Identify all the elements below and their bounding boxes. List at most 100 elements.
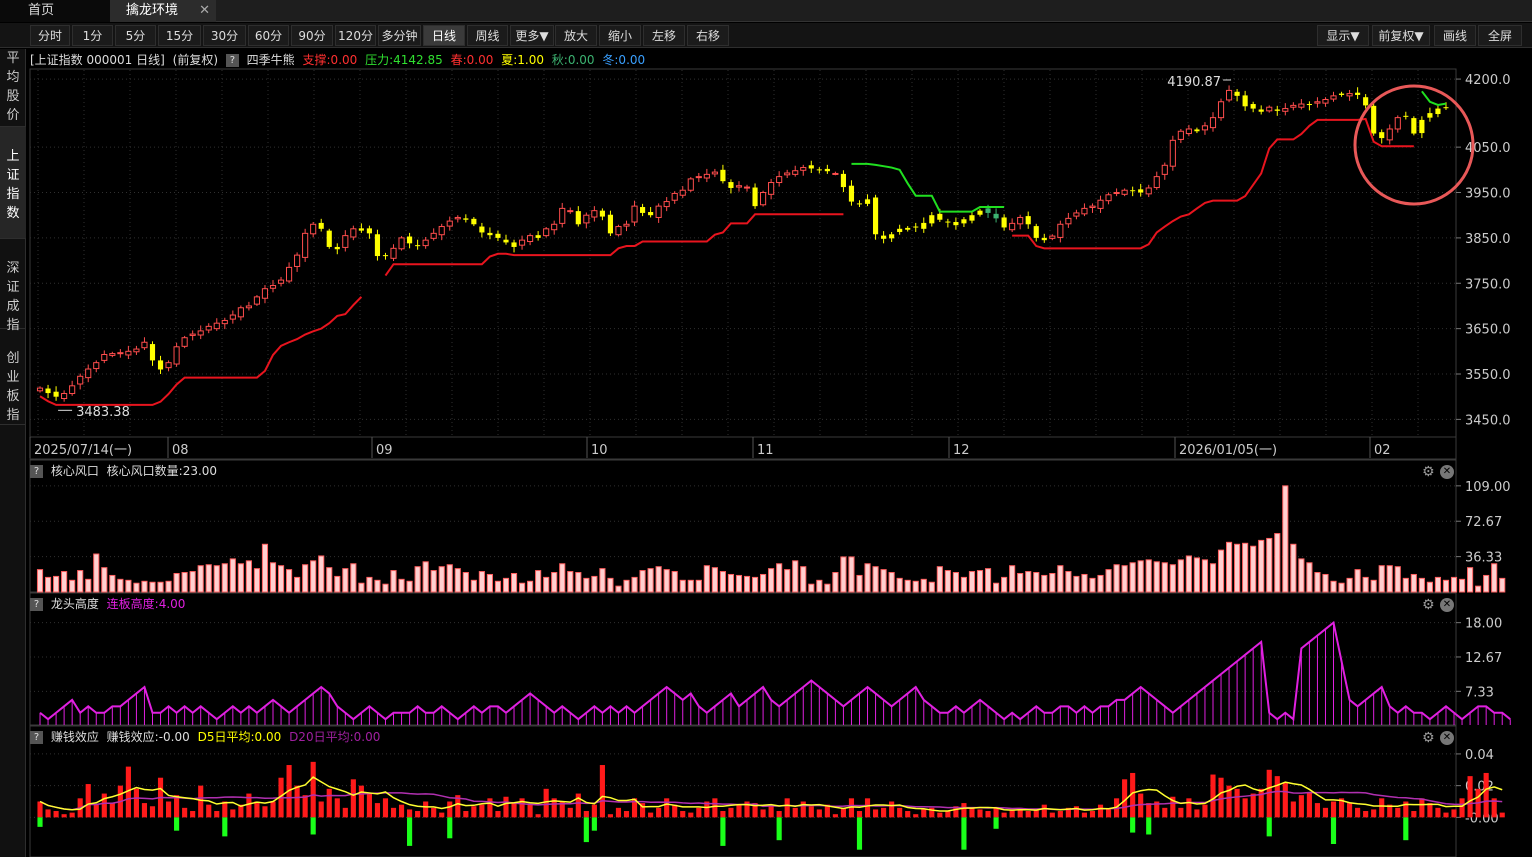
profit-bar-up [479, 804, 485, 818]
profit-bar-up [366, 793, 372, 818]
profit-bar-up [1089, 811, 1096, 818]
core-count-bar [944, 570, 951, 593]
candle-body [864, 199, 871, 204]
candle-body [953, 222, 959, 226]
core-count-bar [1057, 565, 1064, 593]
core-count-bar [1001, 576, 1008, 593]
profit-bar-up [182, 807, 188, 818]
candle-body [1403, 115, 1409, 117]
core-count-bar [743, 575, 751, 593]
core-count-bar [968, 571, 976, 593]
candle-body [1065, 217, 1072, 225]
candle-body [840, 173, 846, 188]
profit-bar-up [447, 801, 453, 818]
core-count-bar [294, 576, 301, 593]
core-count-bar [1475, 585, 1482, 593]
help-icon[interactable]: ? [30, 465, 43, 478]
core-count-bar [1137, 560, 1144, 593]
candle-body [1314, 101, 1321, 104]
candle-body [342, 235, 349, 248]
profit-bar-up [840, 807, 846, 818]
core-count-bar [816, 579, 823, 593]
core-count-bar [173, 572, 180, 593]
profit-bar-up [728, 807, 734, 818]
core-count-bar [800, 566, 807, 593]
candle-body [518, 239, 526, 246]
core-count-bar [430, 570, 437, 593]
help-icon[interactable]: ? [30, 598, 43, 611]
candle-body [117, 352, 124, 355]
adjust-mode: (前复权) [172, 53, 219, 67]
profit-bar-up [423, 801, 429, 818]
candle-body [1322, 98, 1329, 104]
summer-value: 夏:1.00 [501, 53, 544, 67]
profit-bar-down [310, 817, 316, 835]
candle-body [945, 221, 951, 223]
core-count-bar [1378, 565, 1385, 593]
candle-body [318, 222, 324, 229]
candle-body [438, 226, 445, 236]
profit-bar-up [889, 801, 895, 818]
panel-frame-2 [29, 592, 1457, 726]
close-icon[interactable]: ✕ [1440, 731, 1454, 745]
candle-body [1338, 93, 1345, 95]
core-count-bar [1250, 545, 1257, 593]
candle-body [1242, 95, 1248, 107]
profit-bar-up [672, 804, 678, 818]
x-tick-label: 11 [757, 443, 774, 458]
core-count-bar [334, 575, 341, 593]
core-count-bar [1418, 577, 1425, 593]
core-count-bar [920, 578, 927, 593]
candle-body [559, 207, 566, 224]
close-icon[interactable]: ✕ [1440, 598, 1454, 612]
candle-body [808, 165, 814, 169]
y-tick-label: 3950.0 [1465, 187, 1511, 202]
profit-bar-up [165, 801, 172, 818]
candle-body [1379, 132, 1385, 139]
core-count-bar [1402, 577, 1409, 593]
profit-bar-up [664, 798, 670, 818]
core-count-bar [623, 579, 630, 593]
profit-bar-up [993, 807, 999, 818]
profit-bar-up [1395, 807, 1401, 818]
help-icon[interactable]: ? [225, 54, 239, 67]
candle-body [454, 216, 461, 220]
candle-body [93, 362, 100, 370]
candle-body [743, 186, 751, 189]
gear-icon[interactable]: ⚙ [1422, 598, 1436, 612]
core-count-bar [1201, 559, 1209, 593]
profit-bar-up [969, 807, 975, 818]
core-count-bar [1306, 562, 1313, 593]
core-count-bar [1338, 582, 1345, 593]
candle-body [149, 344, 156, 361]
profit-bar-up [1041, 804, 1047, 818]
core-count-bar [101, 567, 108, 593]
profit-bar-up [1298, 795, 1304, 818]
profit-bar-up [222, 801, 228, 818]
candle-body [985, 208, 991, 213]
core-count-bar [366, 576, 373, 593]
core-count-bar [117, 578, 124, 593]
candle-body [567, 210, 574, 213]
gear-icon[interactable]: ⚙ [1422, 465, 1436, 479]
candle-body [1097, 199, 1104, 209]
profit-bar-down [720, 817, 726, 846]
profit-bar-up [1202, 804, 1208, 818]
profit-bar-up [1459, 798, 1465, 818]
profit-bar-up [334, 798, 340, 818]
profit-bar-up [760, 809, 766, 818]
profit-bar-up [905, 811, 911, 818]
candle-body [623, 223, 630, 227]
gear-icon[interactable]: ⚙ [1422, 731, 1436, 745]
close-icon[interactable]: ✕ [1440, 465, 1454, 479]
candle-body [1130, 190, 1136, 192]
help-icon[interactable]: ? [30, 731, 43, 744]
profit-bar-up [1371, 809, 1377, 818]
core-count-bar [125, 579, 132, 593]
profit-bar-up [214, 811, 220, 818]
profit-bar-up [1186, 798, 1192, 818]
core-count-bar [1017, 572, 1024, 593]
core-count-bar [286, 569, 293, 593]
profit-bar-up [1178, 807, 1184, 818]
profit-bar-up [1330, 801, 1337, 818]
